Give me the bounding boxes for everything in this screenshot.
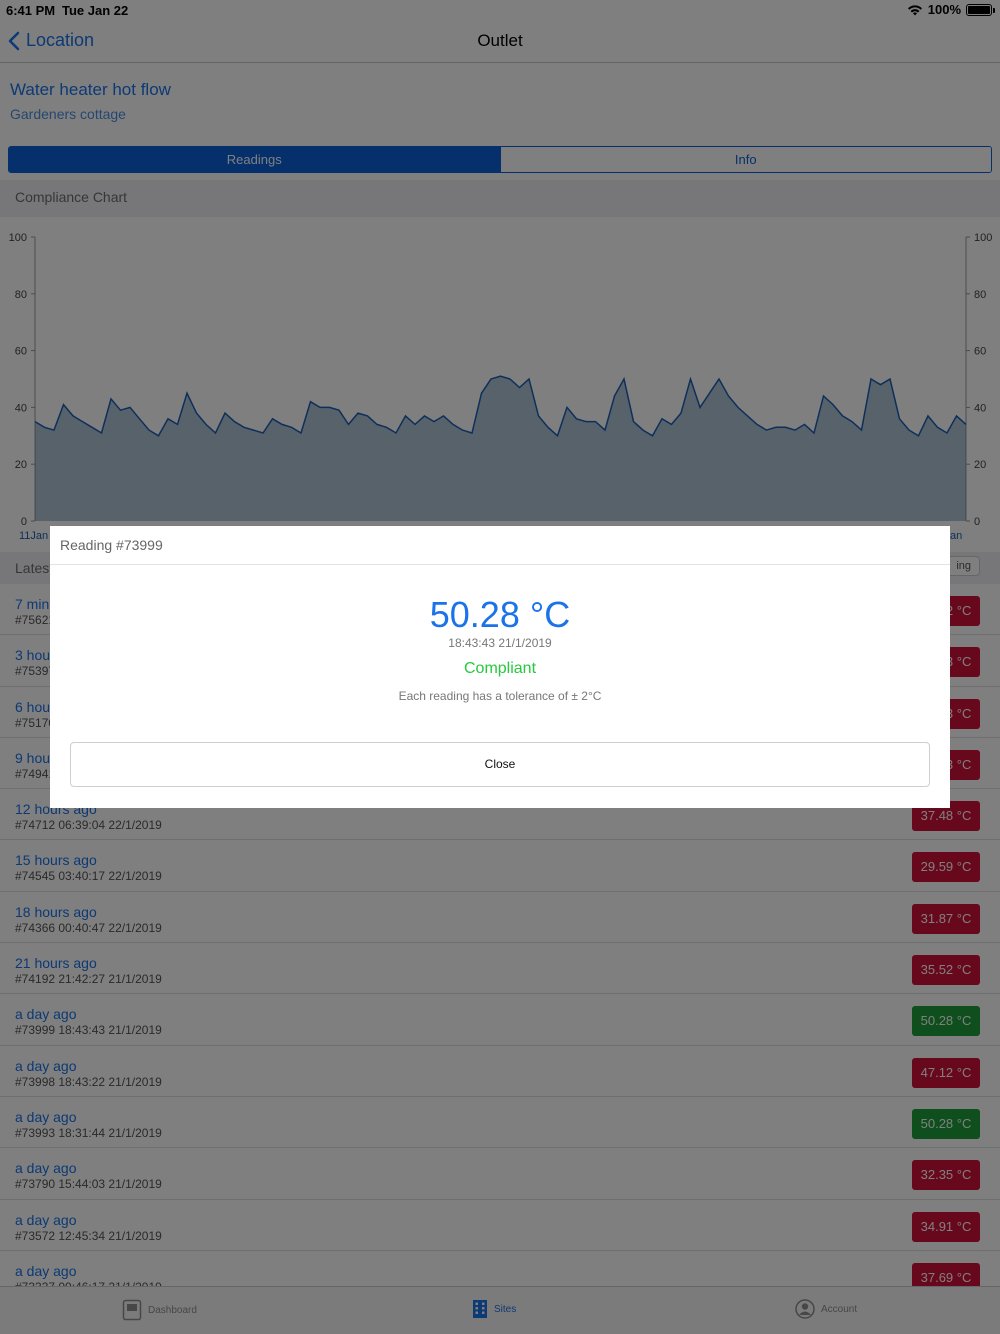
modal-timestamp: 18:43:43 21/1/2019	[448, 636, 552, 650]
modal-temperature: 50.28 °C	[429, 594, 571, 635]
modal-compliance-status: Compliant	[463, 660, 537, 677]
modal-title: Reading #73999	[50, 526, 950, 565]
reading-detail-modal: Reading #73999 50.28 °C 18:43:43 21/1/20…	[50, 526, 950, 808]
close-button[interactable]: Close	[70, 742, 930, 787]
modal-tolerance-note: Each reading has a tolerance of ± 2°C	[398, 689, 602, 703]
